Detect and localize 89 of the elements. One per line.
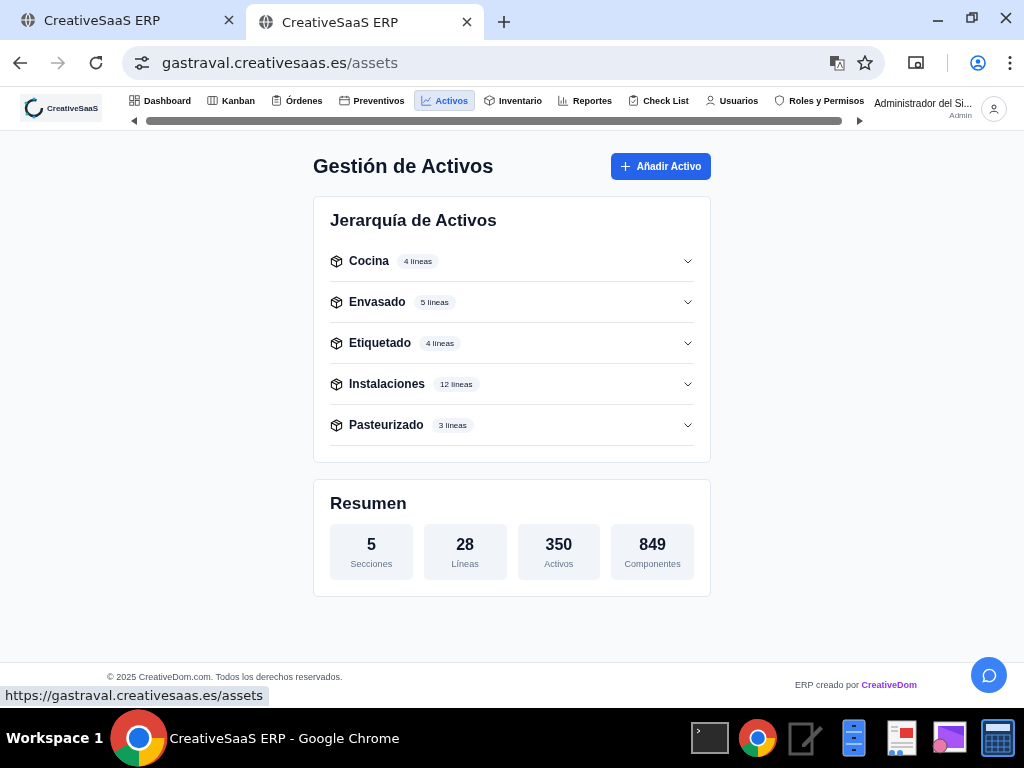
- nav-icon: [704, 95, 716, 106]
- menu-icon[interactable]: [1008, 55, 1012, 71]
- stat-value: 5: [366, 535, 376, 554]
- nav-item[interactable]: Activos: [413, 90, 476, 111]
- user-role: Admin: [948, 111, 972, 120]
- tab-search-icon[interactable]: [907, 55, 925, 71]
- section-row[interactable]: Etiquetado 4 líneas: [330, 323, 694, 364]
- browser-tab[interactable]: CreativeSaaS ERP: [246, 4, 484, 40]
- reload-icon[interactable]: [88, 55, 104, 71]
- credit-link[interactable]: CreativeDom: [861, 680, 917, 690]
- calculator-icon[interactable]: [978, 718, 1018, 758]
- scrollbar-thumb[interactable]: [146, 117, 842, 125]
- stat-value: 350: [545, 535, 573, 554]
- nav-item[interactable]: Usuarios: [697, 90, 766, 111]
- nav-icon: [484, 95, 496, 106]
- cube-icon: [330, 377, 343, 391]
- translate-icon[interactable]: [829, 55, 845, 71]
- scroll-left-icon: [131, 117, 137, 125]
- site-settings-icon[interactable]: [134, 55, 150, 71]
- section-name: Envasado: [349, 295, 406, 309]
- globe-icon: [258, 14, 274, 30]
- close-icon[interactable]: [462, 17, 472, 27]
- cube-icon: [330, 254, 343, 268]
- page-title: Gestión de Activos: [313, 155, 494, 178]
- status-url: https://gastraval.creativesaas.es/assets: [0, 686, 270, 706]
- line-count-badge: 4 líneas: [419, 335, 462, 351]
- stat-label: Componentes: [624, 558, 681, 569]
- section-row[interactable]: Instalaciones 12 líneas: [330, 364, 694, 405]
- nav-icon: [420, 95, 432, 106]
- user-icon: [989, 104, 999, 114]
- stat-label: Activos: [544, 558, 574, 569]
- stat-label: Secciones: [350, 558, 393, 569]
- restore-icon[interactable]: [966, 12, 978, 24]
- logo[interactable]: CreativeSaaS: [20, 94, 102, 122]
- cube-icon: [330, 336, 343, 350]
- star-icon[interactable]: [857, 55, 873, 71]
- section-row[interactable]: Envasado 5 líneas: [330, 282, 694, 323]
- nav-item[interactable]: Órdenes: [264, 90, 330, 111]
- nav-icon: [129, 95, 140, 106]
- profile-icon[interactable]: [970, 55, 986, 71]
- chrome-icon[interactable]: [109, 708, 170, 768]
- nav-icon: [558, 95, 570, 106]
- nav-icon: [774, 95, 786, 106]
- nav-item[interactable]: Kanban: [200, 90, 263, 111]
- chat-button[interactable]: [971, 657, 1007, 693]
- line-count-badge: 3 líneas: [431, 417, 474, 433]
- new-tab-icon[interactable]: [498, 16, 510, 28]
- line-count-badge: 5 líneas: [413, 294, 456, 310]
- cube-icon: [330, 295, 343, 309]
- nav-icon: [207, 95, 218, 106]
- browser-tab[interactable]: CreativeSaaS ERP: [8, 4, 246, 36]
- window-title: CreativeSaaS ERP - Google Chrome: [169, 730, 400, 746]
- logo-mark-icon: [23, 97, 45, 119]
- back-icon[interactable]: [12, 55, 28, 71]
- user-name: Administrador del Si...: [874, 98, 972, 109]
- stat-label: Líneas: [451, 558, 479, 569]
- nav-item[interactable]: Check List: [621, 90, 696, 111]
- nav-item[interactable]: Inventario: [477, 90, 550, 111]
- section-name: Cocina: [349, 254, 389, 268]
- nav-item[interactable]: Preventivos: [331, 90, 412, 111]
- line-count-badge: 12 líneas: [433, 376, 480, 392]
- nav-item[interactable]: Roles y Permisos: [767, 90, 872, 111]
- section-name: Instalaciones: [349, 377, 426, 391]
- card-title: Resumen: [330, 494, 408, 514]
- chat-bubble-icon: [981, 667, 997, 683]
- nav-icon: [338, 95, 350, 106]
- chrome-icon[interactable]: [738, 718, 778, 758]
- section-name: Etiquetado: [349, 336, 411, 350]
- section-row[interactable]: Cocina 4 líneas: [330, 241, 694, 282]
- stat-value: 849: [639, 535, 666, 554]
- add-asset-button[interactable]: Añadir Activo: [611, 153, 711, 180]
- globe-icon: [20, 12, 36, 28]
- workspace-label: Workspace 1: [6, 730, 104, 746]
- section-row[interactable]: Pasteurizado 3 líneas: [330, 405, 694, 446]
- cube-icon: [330, 418, 343, 432]
- credit-text: ERP creado por CreativeDom: [795, 680, 917, 690]
- scroll-right-icon: [857, 117, 863, 125]
- nav-icon: [628, 95, 640, 106]
- copyright-text: © 2025 CreativeDom.com. Todos los derechos reservados.: [107, 672, 343, 682]
- section-name: Pasteurizado: [349, 418, 424, 432]
- nav-item[interactable]: Dashboard: [122, 90, 198, 111]
- close-icon[interactable]: [1000, 12, 1012, 24]
- stat-value: 28: [456, 535, 474, 554]
- close-icon[interactable]: [224, 15, 234, 25]
- line-count-badge: 4 líneas: [397, 253, 440, 269]
- nav-icon: [271, 95, 283, 106]
- card-title: Jerarquía de Activos: [330, 211, 498, 231]
- nav-item[interactable]: Reportes: [551, 90, 620, 111]
- plus-icon: [620, 162, 630, 171]
